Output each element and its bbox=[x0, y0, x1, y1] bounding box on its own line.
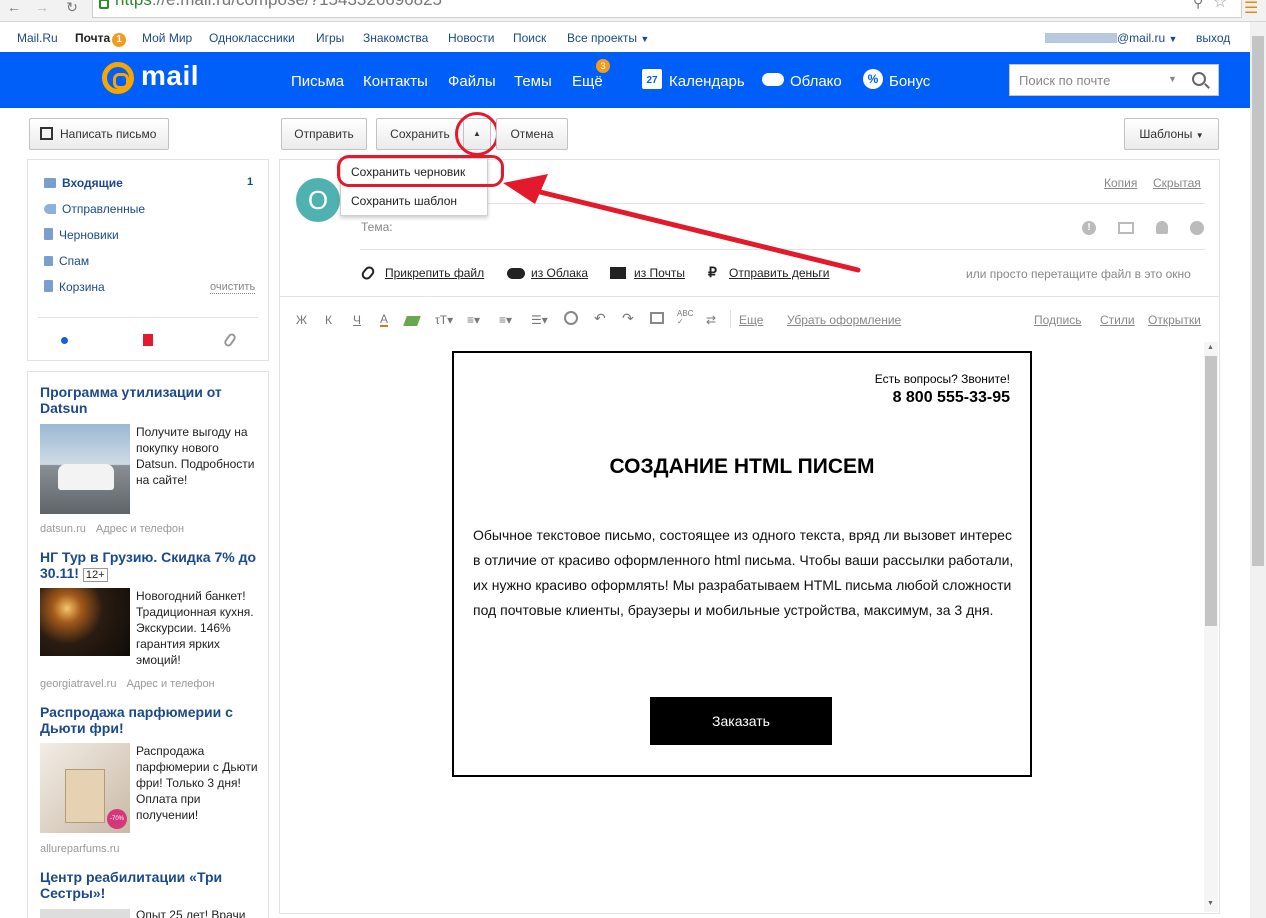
page-root: ← → ↻ https://e.mail.ru/compose/?1543326… bbox=[0, 0, 1266, 918]
arrow-head bbox=[503, 174, 548, 204]
arrow-shaft bbox=[537, 189, 861, 273]
annotation-arrow bbox=[503, 174, 861, 273]
